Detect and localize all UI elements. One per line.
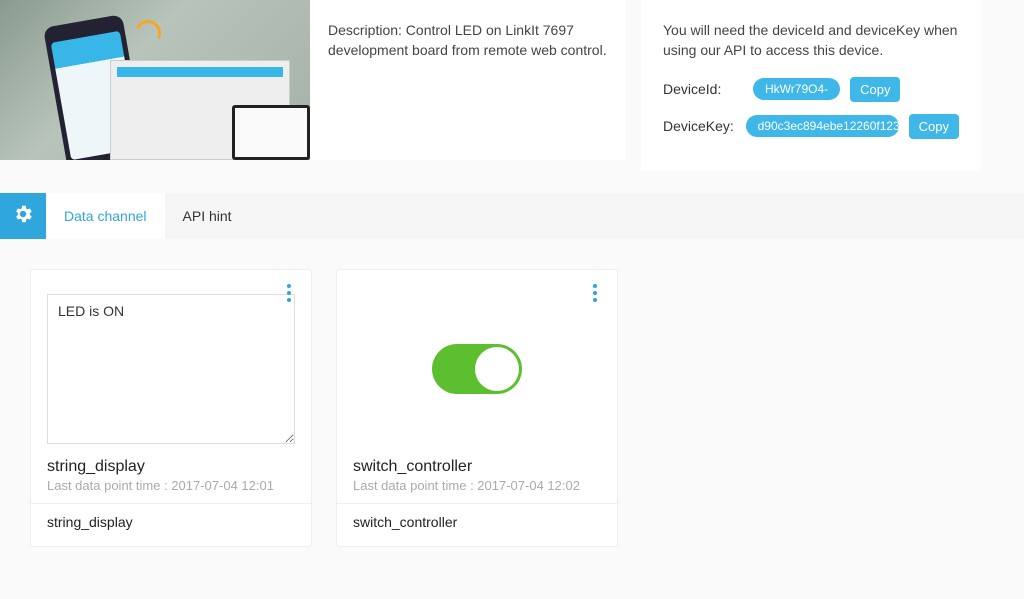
string-display-textarea[interactable] xyxy=(47,294,295,444)
channel-title: switch_controller xyxy=(353,458,601,476)
divider xyxy=(337,503,617,504)
device-key-label: DeviceKey: xyxy=(663,118,736,134)
copy-device-id-button[interactable]: Copy xyxy=(850,77,900,102)
channel-card-switch-controller: switch_controller Last data point time :… xyxy=(336,269,618,547)
tab-api-hint[interactable]: API hint xyxy=(165,193,250,239)
tabs-row: Data channel API hint xyxy=(0,193,1024,239)
divider xyxy=(31,503,311,504)
device-id-label: DeviceId: xyxy=(663,81,743,97)
info-card: Description: Control LED on LinkIt 7697 … xyxy=(0,0,625,160)
channel-last-point: Last data point time : 2017-07-04 12:02 xyxy=(353,478,601,493)
switch-knob xyxy=(475,347,519,391)
channels-grid: string_display Last data point time : 20… xyxy=(0,239,1024,577)
switch-toggle[interactable] xyxy=(432,344,522,394)
kebab-menu[interactable] xyxy=(585,280,605,306)
api-note: You will need the deviceId and deviceKey… xyxy=(663,20,959,61)
settings-tab[interactable] xyxy=(0,193,46,239)
device-credentials-card: You will need the deviceId and deviceKey… xyxy=(641,0,981,171)
tab-data-channel[interactable]: Data channel xyxy=(46,193,165,239)
copy-device-key-button[interactable]: Copy xyxy=(909,114,959,139)
last-point-prefix: Last data point time : xyxy=(353,478,477,493)
last-point-prefix: Last data point time : xyxy=(47,478,171,493)
gear-icon xyxy=(12,203,34,228)
kebab-menu[interactable] xyxy=(279,280,299,306)
channel-card-string-display: string_display Last data point time : 20… xyxy=(30,269,312,547)
device-id-row: DeviceId: HkWr79O4- Copy xyxy=(663,77,959,102)
device-id-value: HkWr79O4- xyxy=(753,78,840,100)
product-image xyxy=(0,0,310,160)
last-point-time: 2017-07-04 12:02 xyxy=(477,478,580,493)
device-key-value: d90c3ec894ebe12260f123 xyxy=(746,115,899,137)
channel-name: switch_controller xyxy=(353,514,601,530)
description-text: Description: Control LED on LinkIt 7697 … xyxy=(310,0,625,160)
channel-last-point: Last data point time : 2017-07-04 12:01 xyxy=(47,478,295,493)
device-key-row: DeviceKey: d90c3ec894ebe12260f123 Copy xyxy=(663,114,959,139)
channel-name: string_display xyxy=(47,514,295,530)
last-point-time: 2017-07-04 12:01 xyxy=(171,478,274,493)
channel-title: string_display xyxy=(47,458,295,476)
